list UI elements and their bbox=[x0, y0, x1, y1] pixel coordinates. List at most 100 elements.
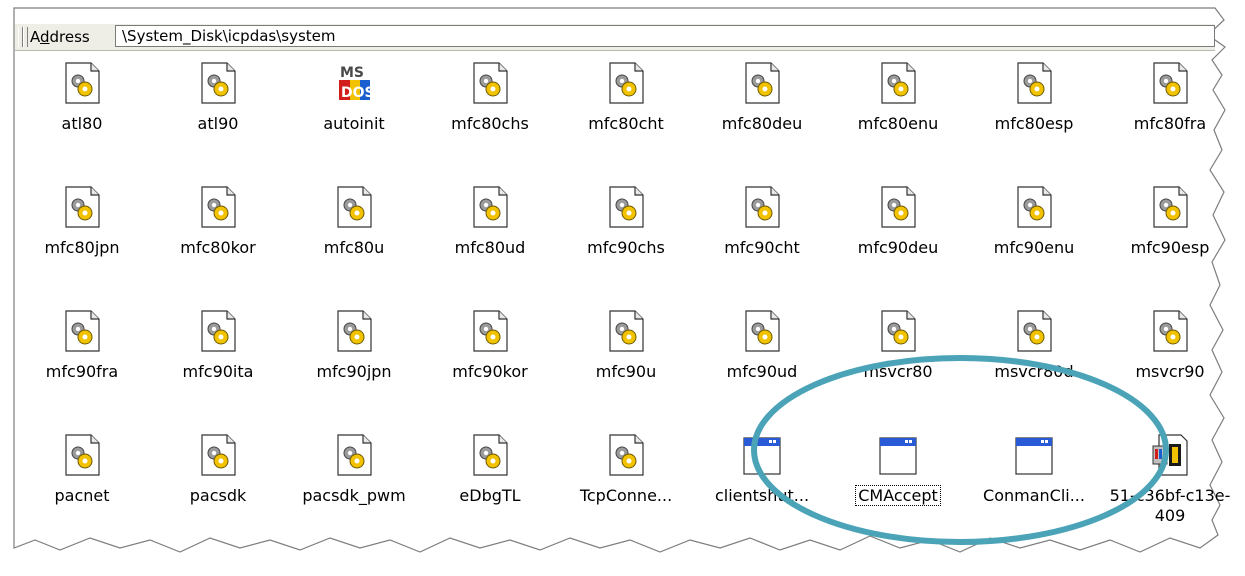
file-icon-item[interactable]: eDbgTL bbox=[428, 430, 552, 548]
dll-gear-icon bbox=[335, 310, 373, 352]
dll-gear-icon bbox=[471, 310, 509, 352]
dll-gear-icon bbox=[199, 434, 237, 476]
file-icon-item[interactable]: mfc90u bbox=[564, 306, 688, 424]
file-icon-label: pacsdk_pwm bbox=[292, 486, 416, 506]
file-icon-label-text: mfc90ita bbox=[182, 362, 254, 381]
dll-gear-icon bbox=[743, 62, 781, 104]
toolbar-grip-2[interactable] bbox=[23, 27, 28, 47]
dll-gear-icon bbox=[63, 186, 101, 228]
file-icon-item[interactable]: msvcr90 bbox=[1108, 306, 1232, 424]
file-icon-label-text: mfc90u bbox=[595, 362, 657, 381]
file-icon-label: CMAccept bbox=[836, 485, 960, 506]
file-icon-label-text: clientshut... bbox=[714, 486, 810, 505]
dll-gear-icon bbox=[471, 434, 509, 476]
file-icon-item[interactable]: mfc80enu bbox=[836, 58, 960, 176]
file-icon-item[interactable]: atl90 bbox=[156, 58, 280, 176]
file-icon-item[interactable]: mfc80jpn bbox=[20, 182, 144, 300]
file-icon-label: pacsdk bbox=[156, 486, 280, 506]
file-icon-label: atl80 bbox=[20, 114, 144, 134]
dll-gear-icon bbox=[471, 186, 509, 228]
file-icon-item[interactable]: mfc80cht bbox=[564, 58, 688, 176]
file-icon-label: msvcr90 bbox=[1108, 362, 1232, 382]
dll-gear-icon bbox=[335, 434, 373, 476]
address-input[interactable]: \System_Disk\icpdas\system bbox=[115, 25, 1215, 47]
dll-gear-icon bbox=[199, 62, 237, 104]
file-icon-item[interactable]: mfc80u bbox=[292, 182, 416, 300]
file-icon-item[interactable]: mfc80esp bbox=[972, 58, 1096, 176]
file-icon-item[interactable]: pacsdk bbox=[156, 430, 280, 548]
file-icon-label-text: mfc80u bbox=[323, 238, 385, 257]
file-icon-item[interactable]: mfc80deu bbox=[700, 58, 824, 176]
file-icon-label-text: pacnet bbox=[54, 486, 110, 505]
file-icon-label-text: mfc90kor bbox=[452, 362, 528, 381]
file-icon-label: mfc90jpn bbox=[292, 362, 416, 382]
dll-gear-icon bbox=[743, 186, 781, 228]
dll-gear-icon bbox=[63, 310, 101, 352]
file-icon-item[interactable]: mfc90deu bbox=[836, 182, 960, 300]
file-icon-label-text: mfc90enu bbox=[993, 238, 1075, 257]
file-icon-label: 51-c36bf-c13e-409 bbox=[1108, 486, 1232, 526]
file-icon-label-text: mfc80fra bbox=[1133, 114, 1207, 133]
file-icon-label-text: mfc80cht bbox=[588, 114, 664, 133]
file-icon-label: mfc80cht bbox=[564, 114, 688, 134]
file-icon-label-text: pacsdk_pwm bbox=[302, 486, 406, 505]
dll-gear-icon bbox=[743, 310, 781, 352]
file-icon-label: clientshut... bbox=[700, 486, 824, 506]
file-icon-label: autoinit bbox=[292, 114, 416, 134]
file-icon-item[interactable]: mfc90esp bbox=[1108, 182, 1232, 300]
file-icon-label: msvcr80d bbox=[972, 362, 1096, 382]
file-icon-label-text: mfc90cht bbox=[724, 238, 800, 257]
file-icon-item[interactable]: CMAccept bbox=[836, 430, 960, 548]
ms-dos-icon: MS DOS bbox=[335, 62, 375, 104]
file-icon-label-text: mfc90deu bbox=[857, 238, 939, 257]
file-icon-item[interactable]: mfc90enu bbox=[972, 182, 1096, 300]
file-icon-item[interactable]: pacnet bbox=[20, 430, 144, 548]
file-icon-label-text: atl80 bbox=[61, 114, 103, 133]
file-icon-label-text: mfc90fra bbox=[45, 362, 119, 381]
file-icon-item[interactable]: mfc90cht bbox=[700, 182, 824, 300]
file-icon-label-text: msvcr80d bbox=[994, 362, 1074, 381]
file-icon-label: mfc90u bbox=[564, 362, 688, 382]
file-icon-item[interactable]: mfc90ita bbox=[156, 306, 280, 424]
file-icon-item[interactable]: atl80 bbox=[20, 58, 144, 176]
application-window-icon bbox=[879, 434, 917, 476]
file-icon-label-text: msvcr90 bbox=[1135, 362, 1205, 381]
file-icon-item[interactable]: msvcr80d bbox=[972, 306, 1096, 424]
file-icon-item[interactable]: pacsdk_pwm bbox=[292, 430, 416, 548]
file-icon-item[interactable]: mfc80fra bbox=[1108, 58, 1232, 176]
file-icon-label-text: TcpConne... bbox=[579, 486, 673, 505]
file-icon-item[interactable]: mfc90kor bbox=[428, 306, 552, 424]
file-icon-label-text: mfc90ud bbox=[726, 362, 798, 381]
file-icon-item[interactable]: TcpConne... bbox=[564, 430, 688, 548]
dll-gear-icon bbox=[879, 310, 917, 352]
file-icon-label-text: eDbgTL bbox=[459, 486, 521, 505]
file-icon-item[interactable]: mfc80ud bbox=[428, 182, 552, 300]
file-icon-label-text: pacsdk bbox=[189, 486, 247, 505]
dll-gear-icon bbox=[63, 434, 101, 476]
dll-gear-icon bbox=[199, 310, 237, 352]
file-icon-label-text: mfc90esp bbox=[1130, 238, 1210, 257]
dll-gear-icon bbox=[607, 62, 645, 104]
file-icon-item[interactable]: mfc90ud bbox=[700, 306, 824, 424]
dll-gear-icon bbox=[1151, 310, 1189, 352]
file-icon-item[interactable]: mfc90jpn bbox=[292, 306, 416, 424]
file-icon-item[interactable]: msvcr80 bbox=[836, 306, 960, 424]
dll-gear-icon bbox=[63, 62, 101, 104]
file-icon-label-text: mfc80chs bbox=[451, 114, 529, 133]
file-icon-label: mfc80u bbox=[292, 238, 416, 258]
file-icon-item[interactable]: clientshut... bbox=[700, 430, 824, 548]
file-icon-item[interactable]: 51-c36bf-c13e-409 bbox=[1108, 430, 1232, 548]
file-icon-item[interactable]: ConmanCli... bbox=[972, 430, 1096, 548]
dll-gear-icon bbox=[607, 186, 645, 228]
svg-text:DOS: DOS bbox=[341, 85, 373, 101]
dll-gear-icon bbox=[1151, 186, 1189, 228]
file-icon-label: mfc90fra bbox=[20, 362, 144, 382]
dll-gear-icon bbox=[1015, 186, 1053, 228]
file-icon-item[interactable]: MS DOS autoinit bbox=[292, 58, 416, 176]
file-icon-item[interactable]: mfc80chs bbox=[428, 58, 552, 176]
dll-gear-icon bbox=[607, 434, 645, 476]
application-window-icon bbox=[1015, 434, 1053, 476]
file-icon-item[interactable]: mfc80kor bbox=[156, 182, 280, 300]
file-icon-item[interactable]: mfc90chs bbox=[564, 182, 688, 300]
file-icon-item[interactable]: mfc90fra bbox=[20, 306, 144, 424]
